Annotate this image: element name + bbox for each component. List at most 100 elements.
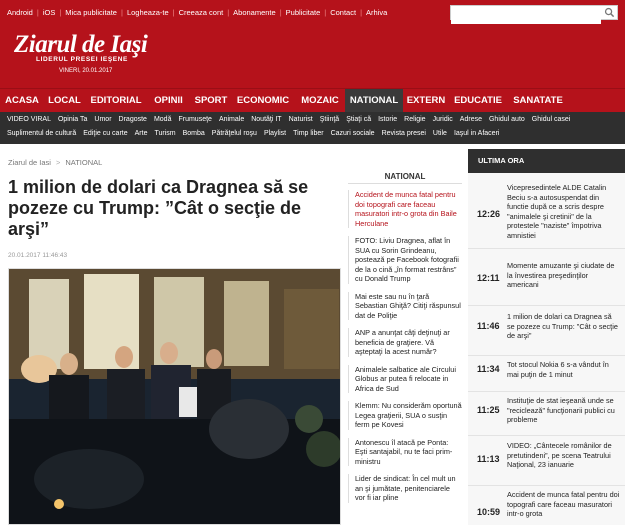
news-headline: Instituţie de stat ieşeană unde se "reci… (507, 396, 615, 424)
current-date: VINERI, 20.01.2017 (59, 68, 113, 74)
search-input[interactable] (451, 11, 601, 24)
latest-news-item[interactable]: 11:34 Tot stocul Nokia 6 s-a vândut în m… (468, 356, 625, 392)
top-link-archive[interactable]: Arhiva (366, 8, 387, 17)
top-link-android[interactable]: Android (7, 8, 33, 17)
subnav-item[interactable]: Revista presei (382, 130, 426, 137)
site-header: Android | iOS | Mica publicitate | Logheaza-te… (0, 0, 625, 88)
subnav-item[interactable]: Frumuseţe (178, 116, 211, 123)
subnav-item[interactable]: Ediţie cu carte (83, 130, 127, 137)
top-link-advertising[interactable]: Publicitate (286, 8, 321, 17)
secondary-navigation: VIDEO VIRAL Opinia Ta Umor Dragoste Modă Frum… (0, 112, 625, 144)
breadcrumb: Ziarul de Iasi > NATIONAL (8, 158, 102, 167)
subnav-item[interactable]: Adrese (460, 116, 482, 123)
latest-news-item[interactable]: 11:25 Instituţie de stat ieşeană unde se… (468, 392, 625, 436)
top-links-bar: Android | iOS | Mica publicitate | Logheaza-te… (7, 8, 388, 17)
news-time: 11:46 (477, 321, 500, 331)
subnav-item[interactable]: Playlist (264, 130, 286, 137)
news-time: 11:34 (477, 364, 500, 374)
top-link-ios[interactable]: iOS (43, 8, 56, 17)
article-photo (8, 268, 341, 525)
subnav-item[interactable]: Timp liber (293, 130, 323, 137)
subnav-item[interactable]: Opinia Ta (58, 116, 87, 123)
top-link-mica-publicitate[interactable]: Mica publicitate (65, 8, 117, 17)
subnav-item[interactable]: Cazuri sociale (331, 130, 375, 137)
top-link-contact[interactable]: Contact (330, 8, 356, 17)
subnav-item[interactable]: Naturist (289, 116, 313, 123)
subnav-item[interactable]: Dragoste (119, 116, 147, 123)
news-time: 12:11 (477, 273, 500, 283)
subnav-item[interactable]: Arte (135, 130, 148, 137)
national-news-item[interactable]: Antonescu îl atacă pe Ponta: Eşti santaj… (348, 437, 462, 466)
breadcrumb-section[interactable]: NATIONAL (65, 158, 102, 167)
breadcrumb-home[interactable]: Ziarul de Iasi (8, 158, 51, 167)
news-headline: Momente amuzante şi ciudate de la învest… (507, 261, 615, 289)
nav-mozaic[interactable]: MOZAIC (296, 89, 344, 113)
national-news-item[interactable]: Accident de munca fatal pentru doi topog… (348, 190, 462, 228)
news-time: 12:26 (477, 209, 501, 219)
subnav-item[interactable]: Ştiaţi că (346, 116, 371, 123)
breadcrumb-separator: > (55, 158, 61, 167)
subnav-item[interactable]: Utile (433, 130, 447, 137)
nav-local[interactable]: LOCAL (43, 89, 86, 113)
top-link-login[interactable]: Logheaza-te (127, 8, 169, 17)
subnav-item[interactable]: Modă (154, 116, 172, 123)
news-headline: VIDEO: „Cântecele românilor de pretutind… (507, 441, 612, 469)
subnav-item[interactable]: Animale (219, 116, 244, 123)
top-link-create-account[interactable]: Creeaza cont (179, 8, 224, 17)
nav-acasa[interactable]: ACASA (2, 89, 42, 113)
subnav-item[interactable]: Suplimentul de cultură (7, 130, 76, 137)
national-column-heading: NATIONAL (348, 172, 462, 184)
subnav-item[interactable]: Turism (154, 130, 175, 137)
nav-extern[interactable]: EXTERN (404, 89, 448, 113)
news-headline: Accident de munca fatal pentru doi topog… (507, 490, 620, 518)
photo-illustration (9, 269, 340, 524)
national-news-item[interactable]: Klemm: Nu considerăm oportună Legea graţ… (348, 401, 462, 430)
latest-news-item[interactable]: 12:11 Momente amuzante şi ciudate de la … (468, 249, 625, 306)
subnav-row-1: VIDEO VIRAL Opinia Ta Umor Dragoste Modă Frum… (7, 116, 577, 123)
nav-sport[interactable]: SPORT (192, 89, 230, 113)
subnav-row-2: Suplimentul de cultură Ediţie cu carte Art… (7, 130, 506, 137)
article-datetime: 20.01.2017 11:46:43 (8, 252, 68, 259)
latest-news-item[interactable]: 11:13 VIDEO: „Cântecele românilor de pre… (468, 436, 625, 486)
subnav-item[interactable]: Religie (404, 116, 425, 123)
national-column: NATIONAL Accident de munca fatal pentru … (348, 172, 462, 511)
subnav-item[interactable]: Ghidul auto (489, 116, 525, 123)
nav-sanatate[interactable]: SANATATE (508, 89, 568, 113)
national-news-item[interactable]: FOTO: Liviu Dragnea, aflat în SUA cu Sor… (348, 236, 462, 284)
national-news-item[interactable]: ANP a anunţat câţi deţinuţi ar beneficia… (348, 328, 462, 357)
search-icon[interactable] (604, 7, 615, 18)
national-news-item[interactable]: Lider de sindicat: În cel mult un an şi … (348, 474, 462, 503)
nav-national[interactable]: NATIONAL (345, 89, 403, 113)
latest-news-panel: ULTIMA ORA 12:26 Vicepresedintele ALDE C… (468, 149, 625, 525)
subnav-item[interactable]: Istorie (378, 116, 397, 123)
subnav-item[interactable]: Pătrăţelul roşu (212, 130, 257, 137)
latest-news-item[interactable]: 11:46 1 milion de dolari ca Dragnea să s… (468, 306, 625, 356)
subnav-item[interactable]: Ghidul casei (532, 116, 571, 123)
subnav-item[interactable]: Juridic (433, 116, 453, 123)
article-title: 1 milion de dolari ca Dragnea să se poze… (8, 177, 309, 239)
nav-editorial[interactable]: EDITORIAL (87, 89, 145, 113)
news-headline: 1 milion de dolari ca Dragnea să se poze… (507, 312, 618, 340)
subnav-item[interactable]: Iaşul in Afaceri (454, 130, 500, 137)
news-time: 11:13 (477, 454, 500, 464)
search-box (450, 5, 618, 24)
latest-news-item[interactable]: 10:59 Accident de munca fatal pentru doi… (468, 486, 625, 525)
subnav-item[interactable]: VIDEO VIRAL (7, 116, 51, 123)
news-headline: Vicepresedintele ALDE Catalin Beciu s-a … (507, 183, 607, 240)
national-news-item[interactable]: Animalele salbatice ale Circului Globus … (348, 364, 462, 393)
news-time: 11:25 (477, 405, 500, 415)
nav-educatie[interactable]: EDUCATIE (449, 89, 507, 113)
subnav-item[interactable]: Bomba (183, 130, 205, 137)
latest-news-item[interactable]: 12:26 Vicepresedintele ALDE Catalin Beci… (468, 176, 625, 249)
site-logo[interactable]: Ziarul de Iaşi (14, 31, 148, 59)
subnav-item[interactable]: Umor (94, 116, 111, 123)
top-link-subscriptions[interactable]: Abonamente (233, 8, 276, 17)
subnav-item[interactable]: Noutăţi IT (251, 116, 281, 123)
subnav-item[interactable]: Ştiinţă (320, 116, 339, 123)
news-headline: Tot stocul Nokia 6 s-a vândut în mai puţ… (507, 360, 609, 379)
national-news-item[interactable]: Mai este sau nu în ţară Sebastian Ghiţă?… (348, 291, 462, 320)
nav-economic[interactable]: ECONOMIC (231, 89, 295, 113)
site-tagline: LIDERUL PRESEI IEŞENE (36, 56, 128, 63)
nav-opinii[interactable]: OPINII (146, 89, 191, 113)
main-navigation: ACASA LOCAL EDITORIAL OPINII SPORT ECONO… (0, 88, 625, 113)
